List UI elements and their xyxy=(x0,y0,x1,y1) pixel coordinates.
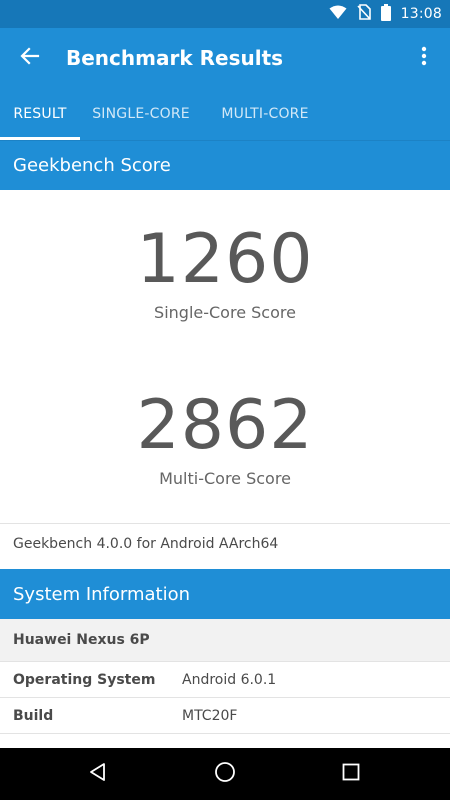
nav-recents-icon xyxy=(342,763,360,785)
info-label: Operating System xyxy=(13,671,156,688)
nav-back-button[interactable] xyxy=(68,748,128,800)
single-core-score: 1260 xyxy=(136,220,314,299)
tab-result[interactable]: RESULT xyxy=(0,88,80,140)
page-title: Benchmark Results xyxy=(66,46,284,70)
geekbench-version: Geekbench 4.0.0 for Android AArch64 xyxy=(13,536,279,552)
single-core-label: Single-Core Score xyxy=(154,303,296,322)
no-sim-icon xyxy=(357,4,371,24)
multi-core-score: 2862 xyxy=(136,386,314,465)
status-icons: 13:08 xyxy=(329,0,442,28)
info-value: Android 6.0.1 xyxy=(182,671,277,688)
multi-core-label: Multi-Core Score xyxy=(159,469,291,488)
info-row-partial xyxy=(0,733,450,748)
geekbench-score-header: Geekbench Score xyxy=(0,140,450,190)
info-label: Build xyxy=(13,707,54,724)
nav-back-icon xyxy=(88,762,108,786)
status-bar: 13:08 xyxy=(0,0,450,28)
tab-multi-core[interactable]: MULTI-CORE xyxy=(202,88,328,140)
info-row-build: Build MTC20F xyxy=(0,697,450,733)
nav-recents-button[interactable] xyxy=(321,748,381,800)
divider xyxy=(0,523,450,524)
battery-icon xyxy=(380,3,391,25)
tab-bar: RESULT SINGLE-CORE MULTI-CORE xyxy=(0,88,450,140)
score-area: 1260 Single-Core Score 2862 Multi-Core S… xyxy=(0,190,450,523)
overflow-menu-button[interactable] xyxy=(408,42,440,74)
system-nav-bar xyxy=(0,748,450,800)
info-value: MTC20F xyxy=(182,707,238,724)
more-vert-icon xyxy=(421,46,427,70)
device-name-row: Huawei Nexus 6P xyxy=(0,619,450,661)
tab-single-core[interactable]: SINGLE-CORE xyxy=(80,88,202,140)
nav-home-button[interactable] xyxy=(195,748,255,800)
arrow-back-icon xyxy=(20,46,40,70)
back-button[interactable] xyxy=(14,42,46,74)
wifi-icon xyxy=(329,4,347,24)
info-row-operating-system: Operating System Android 6.0.1 xyxy=(0,661,450,697)
status-time: 13:08 xyxy=(400,6,442,22)
system-information-header: System Information xyxy=(0,569,450,619)
nav-home-icon xyxy=(214,761,236,787)
app-bar: Benchmark Results xyxy=(0,28,450,88)
